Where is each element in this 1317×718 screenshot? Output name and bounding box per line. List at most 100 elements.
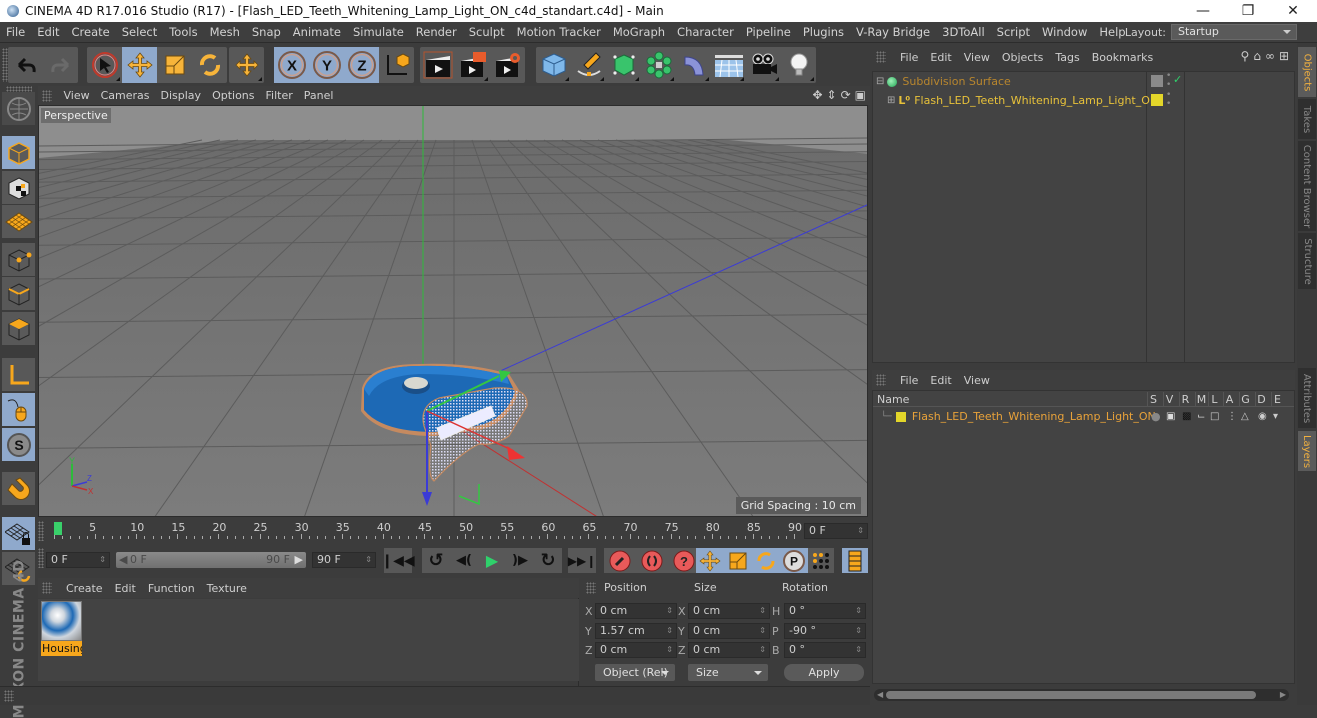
position-y-field[interactable]: 1.57 cm ⇕	[595, 623, 677, 639]
pan-icon[interactable]: ✥	[812, 88, 822, 102]
recent-tool-button[interactable]	[229, 47, 264, 83]
subdivision-surface-button[interactable]	[606, 47, 641, 83]
rotate-button[interactable]	[192, 47, 227, 83]
previous-frame-button[interactable]: ◀(	[450, 548, 478, 573]
autokey-button[interactable]	[636, 548, 668, 573]
layer-manager-grip[interactable]	[876, 374, 886, 386]
rotation-h-field[interactable]: 0 ° ⇕	[784, 603, 866, 619]
material-menu-create[interactable]: Create	[60, 582, 109, 595]
menu-mograph[interactable]: MoGraph	[607, 25, 671, 39]
spinner-icon[interactable]: ⇕	[99, 553, 106, 567]
layer-list[interactable]: Name S V R M L A G D E └─ Flash_LED_Teet…	[872, 390, 1295, 684]
minimize-icon[interactable]: —	[1180, 0, 1226, 22]
expand-icon[interactable]: ⊞	[887, 95, 895, 106]
timeline-window-button[interactable]	[842, 548, 868, 573]
close-icon[interactable]: ✕	[1270, 0, 1316, 22]
points-mode-button[interactable]	[2, 243, 35, 276]
transport-grip[interactable]	[38, 548, 44, 568]
next-frame-button[interactable]: )▶	[506, 548, 534, 573]
menu-sculpt[interactable]: Sculpt	[463, 25, 511, 39]
layer-menu-file[interactable]: File	[894, 374, 924, 387]
key-point-level-button[interactable]	[808, 548, 834, 573]
object-row-flash-lamp[interactable]: ⊞ L⁰ Flash_LED_Teeth_Whitening_Lamp_Ligh…	[873, 91, 1171, 110]
menu-simulate[interactable]: Simulate	[347, 25, 410, 39]
lock-toggle-icon[interactable]: □	[1210, 411, 1219, 422]
render-settings-button[interactable]	[490, 47, 525, 83]
go-to-end-button[interactable]: ▶▶❙	[568, 548, 596, 573]
menu-script[interactable]: Script	[991, 25, 1036, 39]
home-icon[interactable]: ⌂	[1253, 49, 1261, 63]
tweak-mode-button[interactable]	[2, 393, 35, 426]
menu-select[interactable]: Select	[116, 25, 163, 39]
object-manager-grip[interactable]	[876, 51, 886, 63]
column-deformers[interactable]: D	[1255, 392, 1267, 407]
maximize-view-icon[interactable]: ▣	[855, 88, 866, 102]
layout-dropdown[interactable]: Startup	[1171, 24, 1297, 40]
size-x-field[interactable]: 0 cm ⇕	[688, 603, 770, 619]
menu-mesh[interactable]: Mesh	[204, 25, 246, 39]
range-left-arrow-icon[interactable]: ◀	[119, 552, 127, 568]
om-menu-file[interactable]: File	[894, 51, 924, 64]
om-menu-view[interactable]: View	[958, 51, 996, 64]
menu-character[interactable]: Character	[671, 25, 740, 39]
tab-layers[interactable]: Layers	[1298, 431, 1316, 471]
texture-mode-button[interactable]	[2, 171, 35, 204]
generators-toggle-icon[interactable]: △	[1241, 411, 1249, 422]
coordinates-grip[interactable]	[586, 582, 596, 594]
playhead-marker[interactable]	[54, 522, 62, 535]
go-to-start-button[interactable]: ❙◀◀	[381, 548, 415, 573]
om-menu-objects[interactable]: Objects	[996, 51, 1050, 64]
lock-workplane-button[interactable]	[2, 517, 35, 550]
layer-menu-view[interactable]: View	[958, 374, 996, 387]
menu-animate[interactable]: Animate	[287, 25, 347, 39]
dolly-icon[interactable]: ⇕	[827, 88, 837, 102]
coordinate-system-button[interactable]	[379, 47, 414, 83]
pen-spline-button[interactable]	[571, 47, 606, 83]
axis-mode-button[interactable]	[2, 358, 35, 391]
undo-button[interactable]	[8, 47, 43, 83]
solo-button[interactable]: S	[2, 428, 35, 461]
om-menu-tags[interactable]: Tags	[1049, 51, 1085, 64]
timeline-ruler[interactable]: 051015202530354045505560657075808590 0 F…	[38, 517, 870, 545]
size-y-field[interactable]: 0 cm ⇕	[688, 623, 770, 639]
scrollbar-thumb[interactable]	[886, 691, 1256, 699]
live-selection-button[interactable]	[87, 47, 122, 83]
restore-icon[interactable]: ❐	[1225, 0, 1271, 22]
deformers-toggle-icon[interactable]: ◉	[1258, 411, 1267, 422]
scroll-left-icon[interactable]: ◀	[877, 689, 883, 701]
orbit-icon[interactable]: ⟳	[841, 88, 851, 102]
layer-row[interactable]: └─ Flash_LED_Teeth_Whitening_Lamp_Light_…	[873, 407, 1294, 426]
redo-button[interactable]	[43, 47, 78, 83]
menu-file[interactable]: File	[0, 25, 31, 39]
cloner-button[interactable]	[641, 47, 676, 83]
z-axis-button[interactable]: Z	[344, 47, 379, 83]
viewport-menu-options[interactable]: Options	[207, 89, 260, 102]
position-x-field[interactable]: 0 cm ⇕	[595, 603, 677, 619]
menu-snap[interactable]: Snap	[246, 25, 287, 39]
key-position-button[interactable]	[696, 548, 724, 573]
material-grip[interactable]	[42, 582, 52, 594]
rotation-p-field[interactable]: -90 ° ⇕	[784, 623, 866, 639]
tab-objects[interactable]: Objects	[1298, 47, 1316, 97]
render-view-button[interactable]	[420, 47, 455, 83]
column-generators[interactable]: G	[1239, 392, 1251, 407]
menu-vray-bridge[interactable]: V-Ray Bridge	[850, 25, 936, 39]
solo-toggle-icon[interactable]: ●	[1151, 410, 1161, 423]
viewport-menu-filter[interactable]: Filter	[260, 89, 298, 102]
cube-button[interactable]	[536, 47, 571, 83]
menu-create[interactable]: Create	[66, 25, 116, 39]
object-name[interactable]: Flash_LED_Teeth_Whitening_Lamp_Light_ON	[914, 94, 1158, 107]
start-frame-field[interactable]: 0 F ⇕	[46, 552, 110, 568]
preview-range-slider[interactable]: ◀ 0 F 90 F ▶	[116, 552, 306, 568]
menu-plugins[interactable]: Plugins	[797, 25, 850, 39]
camera-button[interactable]	[746, 47, 781, 83]
viewport-menu-view[interactable]: View	[58, 89, 95, 102]
visible-toggle-icon[interactable]: ▣	[1166, 411, 1175, 422]
snap-button[interactable]	[2, 472, 35, 505]
move-button[interactable]	[122, 47, 157, 83]
visibility-dots-icon[interactable]: • •	[1166, 91, 1171, 109]
material-list[interactable]: Housing	[38, 599, 579, 681]
end-frame-field[interactable]: 90 F ⇕	[312, 552, 376, 568]
rotation-b-field[interactable]: 0 ° ⇕	[784, 642, 866, 658]
column-animation[interactable]: A	[1223, 392, 1235, 407]
